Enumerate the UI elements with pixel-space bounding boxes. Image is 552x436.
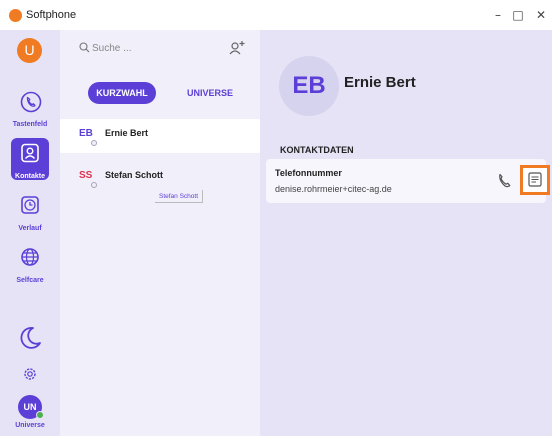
profile-avatar[interactable]: U <box>17 38 42 63</box>
clock-icon <box>21 196 39 214</box>
app-logo-icon <box>9 9 22 22</box>
nav-selfcare[interactable]: Selfcare <box>11 242 49 284</box>
contact-list-item[interactable]: EB Ernie Bert <box>60 119 260 153</box>
gear-icon[interactable] <box>22 366 38 382</box>
presence-indicator <box>91 140 97 146</box>
contact-name-heading: Ernie Bert <box>344 74 416 91</box>
nav-tastenfeld[interactable]: Tastenfeld <box>11 86 49 128</box>
field-label: Telefonnummer <box>275 168 342 178</box>
phone-circle-icon <box>20 91 42 113</box>
globe-icon <box>21 248 39 266</box>
presence-indicator <box>91 182 97 188</box>
contact-name-tooltip: Stefan Schott <box>155 190 204 203</box>
contact-avatar: EB <box>279 56 339 116</box>
tab-kurzwahl[interactable]: KURZWAHL <box>88 82 156 104</box>
contact-name: Stefan Schott <box>105 170 164 180</box>
add-contact-icon[interactable] <box>228 39 246 57</box>
tab-universe[interactable]: UNIVERSE <box>175 82 245 104</box>
contact-list-item[interactable]: SS Stefan Schott Stefan Schott <box>60 161 260 203</box>
user-label: Universe <box>15 422 45 429</box>
contact-list-panel: Suche ... KURZWAHL UNIVERSE EB Ernie Ber… <box>60 30 260 436</box>
contact-initials: EB <box>79 128 93 139</box>
nav-kontakte[interactable]: Kontakte <box>11 138 49 180</box>
field-value[interactable]: denise.rohrmeier+citec-ag.de <box>275 184 392 194</box>
nav-label: Tastenfeld <box>12 121 48 128</box>
nav-label: Selfcare <box>16 277 44 284</box>
contacts-icon <box>21 143 39 163</box>
title-bar: Softphone – □ ✕ <box>0 0 552 30</box>
app-title: Softphone <box>26 9 77 21</box>
search-input[interactable]: Suche ... <box>92 43 131 54</box>
phone-icon[interactable] <box>497 173 512 188</box>
nav-verlauf[interactable]: Verlauf <box>11 190 49 232</box>
note-icon <box>528 172 542 187</box>
presence-status-dot <box>36 411 44 419</box>
contact-detail-panel: EB Ernie Bert KONTAKTDATEN Telefonnummer… <box>260 30 552 436</box>
moon-icon[interactable] <box>17 325 43 351</box>
sidebar: U Tastenfeld Kontakte Verlauf Selfcare U… <box>0 30 60 436</box>
contact-initials: SS <box>79 170 93 181</box>
nav-label: Verlauf <box>18 225 42 232</box>
section-title: KONTAKTDATEN <box>280 145 354 155</box>
message-button[interactable] <box>520 165 550 195</box>
contact-name: Ernie Bert <box>105 128 149 138</box>
search-icon <box>79 42 90 53</box>
close-button[interactable]: ✕ <box>527 5 552 25</box>
nav-label: Kontakte <box>15 173 45 180</box>
phone-number-card: Telefonnummer denise.rohrmeier+citec-ag.… <box>266 159 546 203</box>
